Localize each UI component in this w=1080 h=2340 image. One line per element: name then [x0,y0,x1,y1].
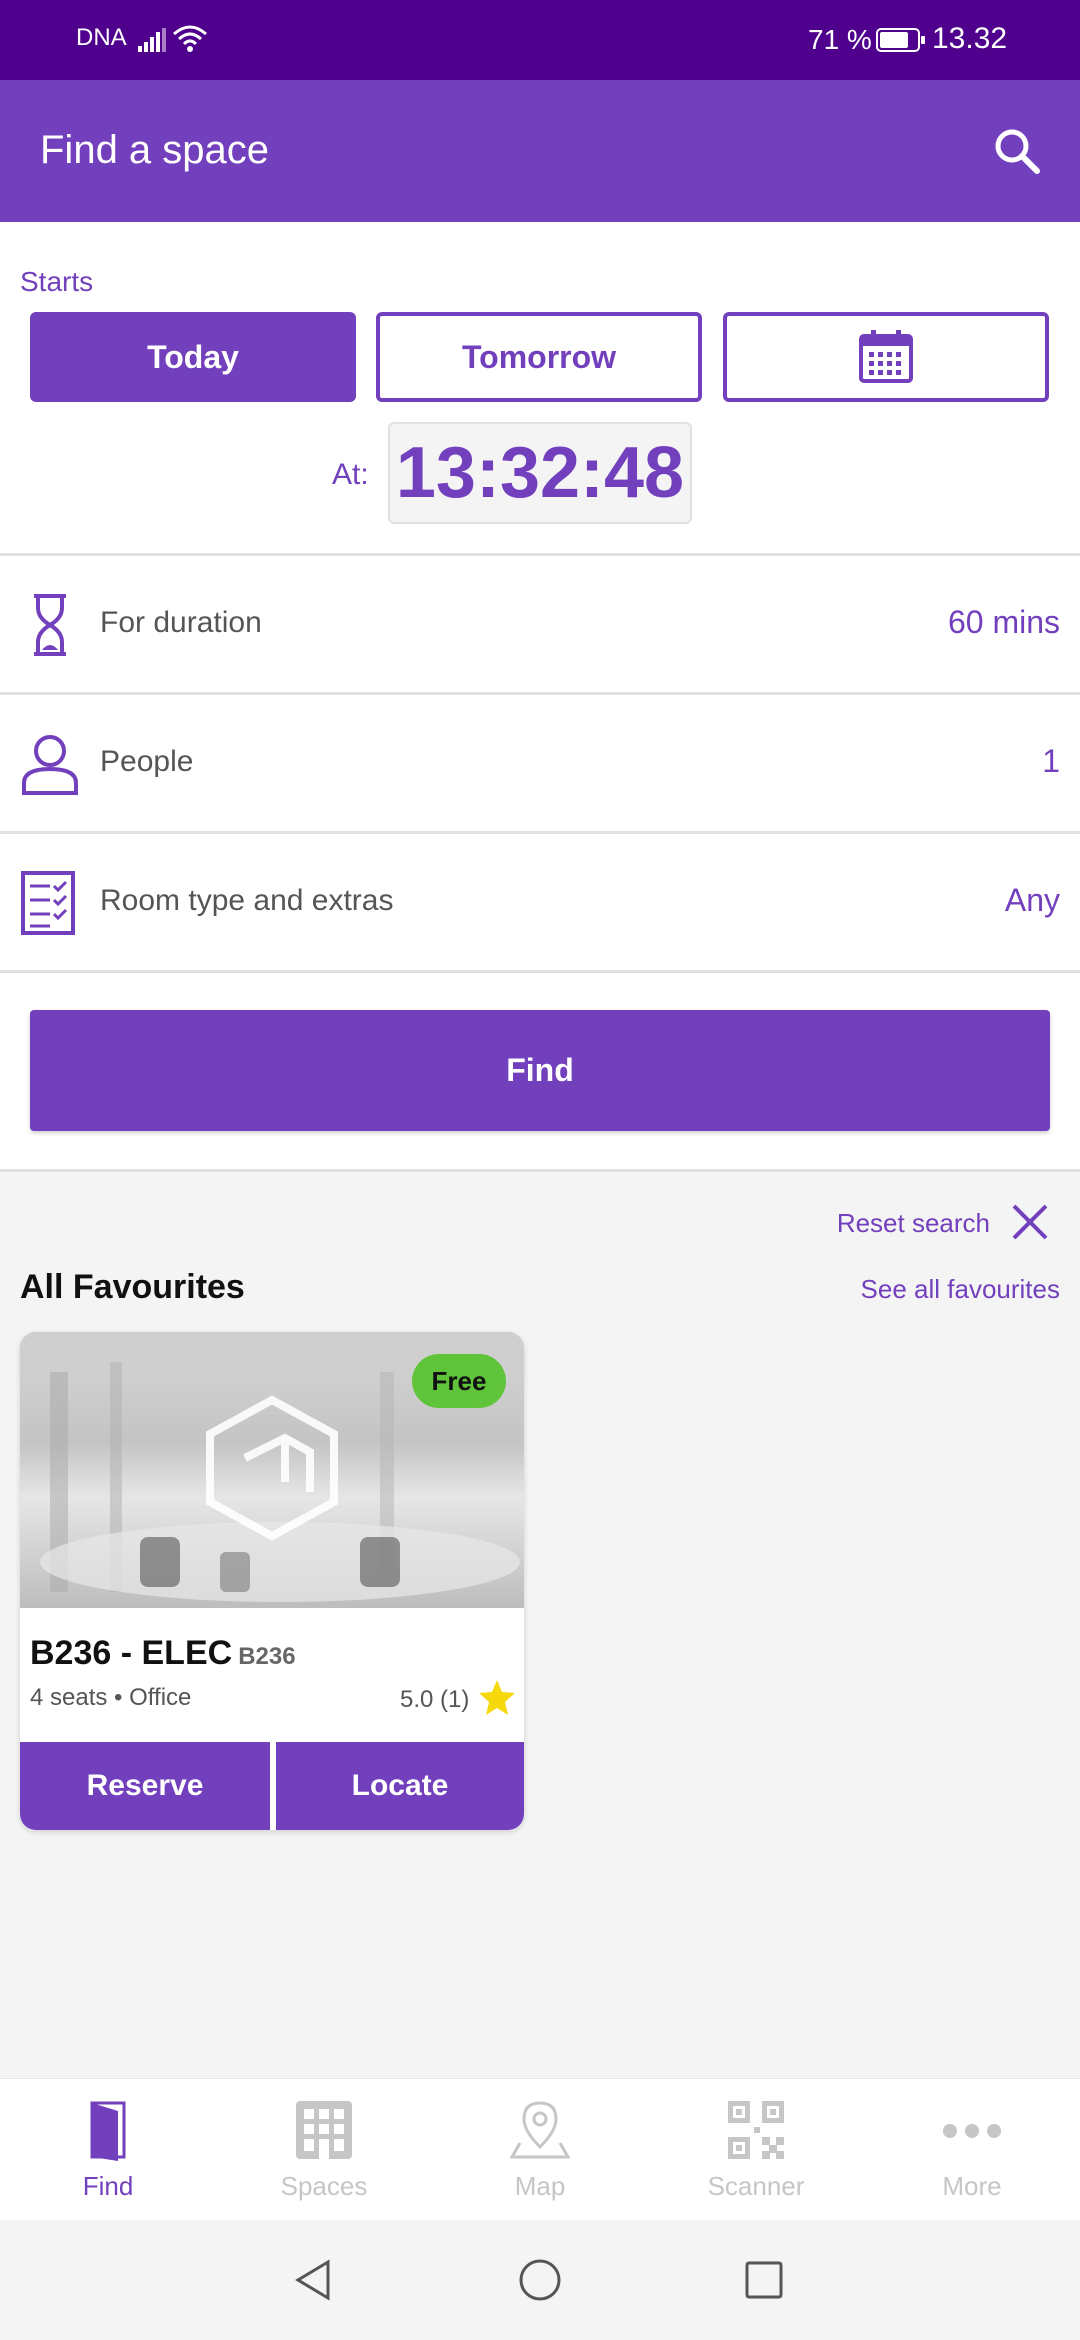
close-icon[interactable] [1010,1202,1050,1242]
room-name-line: B236 - ELEC B236 [30,1634,296,1673]
room-type-label: Room type and extras [100,884,394,917]
more-dots-icon [943,2124,1001,2138]
nav-spaces[interactable]: Spaces [216,2079,432,2221]
duration-row[interactable]: For duration 60 mins [0,556,1080,692]
nav-map[interactable]: Map [432,2079,648,2221]
nav-label: Spaces [280,2171,368,2201]
room-photo: Free [20,1332,524,1608]
room-rating: 5.0 (1) [400,1686,470,1713]
recents-icon[interactable] [744,2260,784,2300]
divider [0,970,1080,973]
signal-icon [138,28,166,52]
wifi-icon [173,25,207,52]
reset-search-link[interactable]: Reset search [837,1208,990,1239]
status-badge: Free [412,1354,506,1408]
room-type-value: Any [1004,882,1060,918]
favourites-title: All Favourites [20,1268,245,1306]
qr-code-icon [728,2101,784,2159]
nav-scanner[interactable]: Scanner [648,2079,864,2221]
tomorrow-button[interactable]: Tomorrow [376,312,702,402]
duration-label: For duration [100,606,262,639]
app-bar: Find a space [0,80,1080,222]
page-title: Find a space [40,128,270,172]
duration-value: 60 mins [947,604,1060,640]
nav-label: Find [82,2171,134,2201]
nav-label: Map [514,2171,566,2201]
building-icon [296,2101,352,2159]
person-icon [22,735,78,795]
favourite-card[interactable]: Free B236 - ELEC B236 4 seats • Office 5.… [20,1332,524,1830]
room-code: B236 [238,1643,296,1670]
starts-label: Starts [20,266,94,297]
back-icon[interactable] [292,2258,336,2302]
system-navigation-bar [0,2220,1080,2340]
home-icon[interactable] [518,2258,562,2302]
battery-icon [876,28,925,52]
room-type-row[interactable]: Room type and extras Any [0,834,1080,970]
today-button[interactable]: Today [30,312,356,402]
at-label: At: [332,458,369,491]
checklist-icon [21,871,75,935]
calendar-icon [859,330,913,383]
status-bar: DNA 71 % 13.32 [0,0,1080,80]
carrier-name: DNA [76,24,127,51]
nav-find[interactable]: Find [0,2079,216,2221]
status-clock: 13.32 [932,22,1008,55]
nav-label: Scanner [707,2171,805,2201]
reserve-button[interactable]: Reserve [20,1742,270,1830]
people-value: 1 [1042,743,1060,779]
nav-label: More [942,2171,1002,2201]
hourglass-icon [34,594,66,656]
search-icon[interactable] [992,126,1042,176]
room-meta: 4 seats • Office [30,1684,192,1711]
app-logo [206,1395,338,1541]
nav-more[interactable]: More [864,2079,1080,2221]
bottom-navigation: Find Spaces Map Scanner More [0,2078,1080,2220]
room-name: B236 - ELEC [30,1634,233,1672]
calendar-button[interactable] [723,312,1049,402]
door-icon [90,2101,126,2161]
locate-button[interactable]: Locate [276,1742,524,1830]
find-button[interactable]: Find [30,1010,1050,1131]
battery-percentage: 71 % [808,24,872,55]
people-row[interactable]: People 1 [0,695,1080,831]
star-icon [479,1680,515,1715]
see-all-favourites-link[interactable]: See all favourites [861,1274,1060,1305]
map-pin-icon [510,2101,570,2159]
start-time-picker[interactable]: 13:32:48 [388,422,692,524]
people-label: People [100,745,194,778]
